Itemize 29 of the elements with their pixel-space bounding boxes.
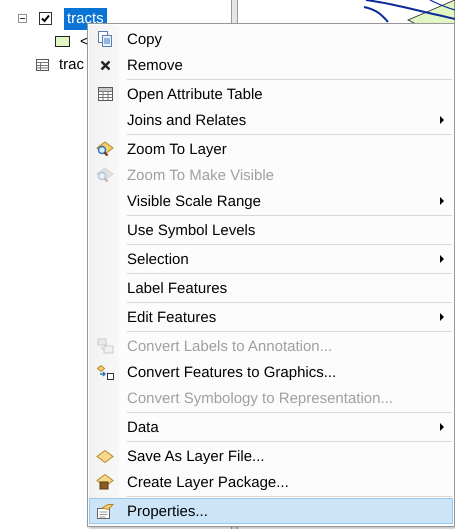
zoom-icon <box>96 167 114 183</box>
labels-icon <box>96 338 114 354</box>
menu-item[interactable]: Save As Layer File... <box>89 443 453 469</box>
properties-icon <box>96 504 114 518</box>
close-icon <box>100 60 110 70</box>
menu-item[interactable]: Selection <box>89 246 453 272</box>
menu-item[interactable]: Data <box>89 414 453 440</box>
table-icon <box>36 58 49 70</box>
menu-item[interactable]: Open Attribute Table <box>89 81 453 107</box>
shapes-icon <box>96 364 114 380</box>
menu-item[interactable]: Joins and Relates <box>89 107 453 133</box>
table-name[interactable]: trac <box>59 56 84 73</box>
table-icon <box>98 87 112 101</box>
menu-item[interactable]: Convert Features to Graphics... <box>89 359 453 385</box>
package-icon <box>96 474 114 490</box>
menu-item[interactable]: Zoom To Layer <box>89 136 453 162</box>
zoom-icon <box>96 141 114 157</box>
menu-item[interactable]: Label Features <box>89 275 453 301</box>
copy-icon <box>97 30 113 48</box>
collapse-icon[interactable] <box>18 14 27 23</box>
menu-item[interactable]: Remove <box>89 52 453 78</box>
menu-item[interactable]: Use Symbol Levels <box>89 217 453 243</box>
menu-item[interactable]: Visible Scale Range <box>89 188 453 214</box>
menu-item[interactable]: Edit Features <box>89 304 453 330</box>
symbol-patch-icon <box>55 36 70 47</box>
menu-item[interactable]: Create Layer Package... <box>89 469 453 495</box>
checkbox[interactable] <box>39 12 52 25</box>
diamond-icon <box>96 450 114 462</box>
menu-item[interactable]: Properties... <box>89 498 453 524</box>
